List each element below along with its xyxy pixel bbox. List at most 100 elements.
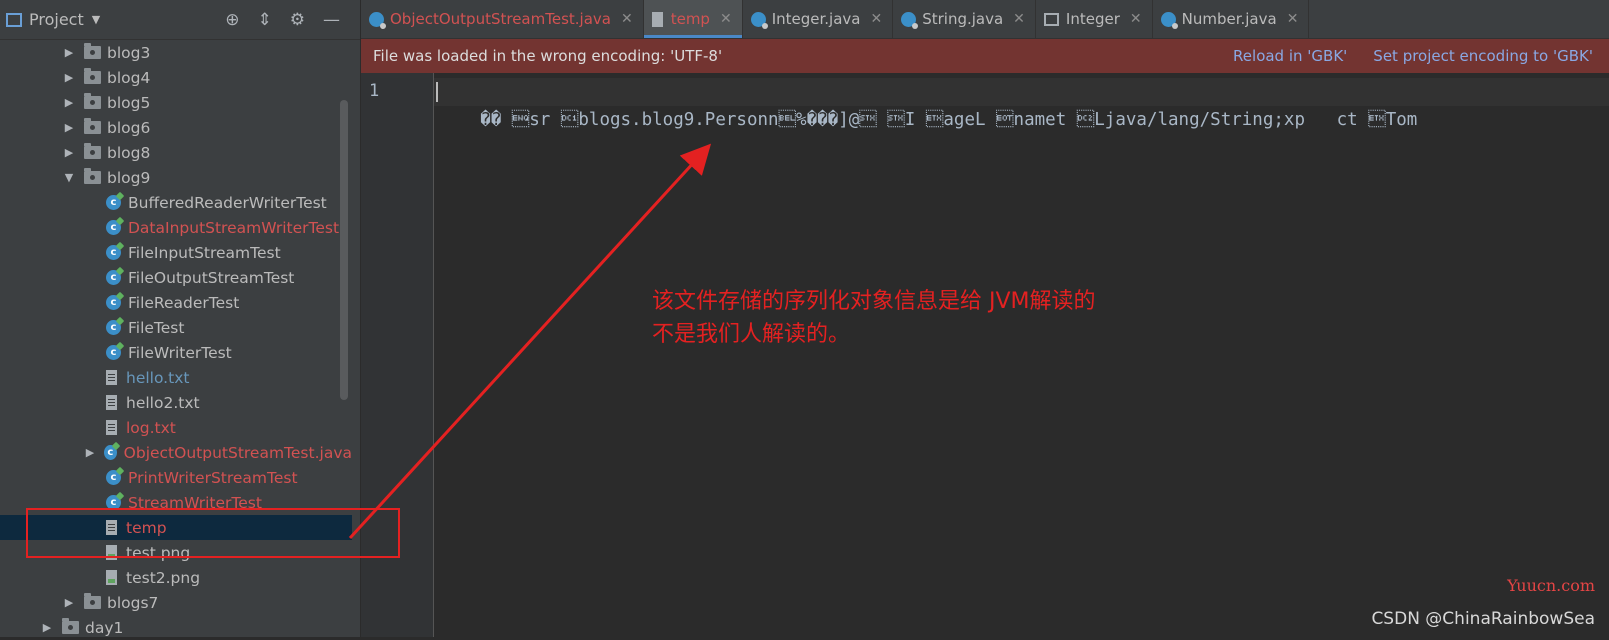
set-project-encoding-link[interactable]: Set project encoding to 'GBK' <box>1373 47 1593 65</box>
tree-item[interactable]: c BufferedReaderWriterTest <box>0 190 352 215</box>
encoding-warning-banner: File was loaded in the wrong encoding: '… <box>361 39 1609 73</box>
chevron-right-icon[interactable]: ▶ <box>62 121 76 134</box>
tree-scrollbar[interactable] <box>340 100 348 400</box>
tree-item-label: blog6 <box>107 118 151 137</box>
tree-folder-day1[interactable]: ▶ day1 <box>0 615 352 640</box>
java-class-icon <box>901 11 919 29</box>
editor-tab[interactable]: Number.java ✕ <box>1153 0 1310 38</box>
tree-item-label: hello2.txt <box>126 393 200 412</box>
tree-item[interactable]: c FileWriterTest <box>0 340 352 365</box>
tree-item-label: test.png <box>126 543 191 562</box>
text-file-icon <box>106 395 117 410</box>
tree-item-label: FileWriterTest <box>128 343 232 362</box>
folder-icon <box>84 93 101 109</box>
chevron-right-icon[interactable]: ▶ <box>62 596 76 609</box>
java-class-icon: c <box>106 470 121 485</box>
tab-label: ObjectOutputStreamTest.java <box>390 10 611 28</box>
text-file-icon <box>106 420 117 435</box>
editor-tab[interactable]: Integer ✕ <box>1036 0 1153 38</box>
tree-item-label: blog8 <box>107 143 151 162</box>
code-line[interactable]: �� sr blogs.blog9.Personn%���]@ I … <box>434 78 1609 130</box>
text-file-icon <box>651 11 663 27</box>
project-view-selector[interactable]: Project <box>29 10 84 29</box>
project-window-icon <box>6 12 22 27</box>
tab-label: temp <box>670 10 710 28</box>
tree-item-label: blog9 <box>107 168 151 187</box>
chevron-right-icon[interactable]: ▶ <box>62 46 76 59</box>
banner-message: File was loaded in the wrong encoding: '… <box>373 47 723 65</box>
editor-tab[interactable]: String.java ✕ <box>893 0 1036 38</box>
editor-tab-bar: ObjectOutputStreamTest.java ✕ temp ✕ Integer… <box>361 0 1609 39</box>
tree-folder-blogs7[interactable]: ▶ blogs7 <box>0 590 352 615</box>
tree-item-label: blog3 <box>107 43 151 62</box>
close-icon[interactable]: ✕ <box>621 11 633 27</box>
tree-item[interactable]: test.png <box>0 540 352 565</box>
chevron-right-icon[interactable]: ▶ <box>84 446 96 459</box>
java-class-icon <box>369 11 386 29</box>
tree-item[interactable]: c FileOutputStreamTest <box>0 265 352 290</box>
tree-item[interactable]: c StreamWriterTest <box>0 490 352 515</box>
tree-item[interactable]: c PrintWriterStreamTest <box>0 465 352 490</box>
collapse-all-icon[interactable]: ⇕ <box>258 10 272 30</box>
chevron-right-icon[interactable]: ▶ <box>40 621 54 634</box>
tree-item[interactable]: temp <box>0 515 352 540</box>
locate-target-icon[interactable]: ⊕ <box>225 10 239 30</box>
tree-item-label: FileInputStreamTest <box>128 243 281 262</box>
annotation-line-2: 不是我们人解读的。 <box>652 322 851 347</box>
chevron-down-icon[interactable]: ▼ <box>62 171 76 184</box>
editor-tab[interactable]: Integer.java ✕ <box>743 0 894 38</box>
tab-label: Integer <box>1065 10 1120 28</box>
tree-item[interactable]: test2.png <box>0 565 352 590</box>
chevron-down-icon[interactable]: ▼ <box>92 13 100 26</box>
tree-folder-blog4[interactable]: ▶ blog4 <box>0 65 352 90</box>
image-file-icon <box>106 570 117 585</box>
tree-folder-blog8[interactable]: ▶ blog8 <box>0 140 352 165</box>
tree-item[interactable]: hello.txt <box>0 365 352 390</box>
close-icon[interactable]: ✕ <box>720 11 732 27</box>
tree-folder-blog9[interactable]: ▼ blog9 <box>0 165 352 190</box>
chevron-right-icon[interactable]: ▶ <box>62 96 76 109</box>
tree-item-label: blogs7 <box>107 593 159 612</box>
java-class-icon: c <box>106 220 121 235</box>
folder-icon <box>84 143 101 159</box>
folder-icon <box>84 43 101 59</box>
csdn-watermark: CSDN @ChinaRainbowSea <box>1371 609 1595 629</box>
editor-tab[interactable]: ObjectOutputStreamTest.java ✕ <box>361 0 644 38</box>
tree-item[interactable]: log.txt <box>0 415 352 440</box>
tab-label: Integer.java <box>771 10 861 28</box>
gear-icon[interactable]: ⚙ <box>290 10 305 30</box>
tree-item[interactable]: hello2.txt <box>0 390 352 415</box>
close-icon[interactable]: ✕ <box>1287 11 1299 27</box>
hide-minimize-icon[interactable]: — <box>323 10 340 30</box>
close-icon[interactable]: ✕ <box>1013 11 1025 27</box>
java-class-icon: c <box>106 245 121 260</box>
close-icon[interactable]: ✕ <box>1130 11 1142 27</box>
editor-area[interactable]: �� sr blogs.blog9.Personn%���]@ I … <box>434 73 1609 637</box>
tree-item[interactable]: ▶ c ObjectOutputStreamTest.java <box>0 440 352 465</box>
tree-item-label: test2.png <box>126 568 201 587</box>
tab-label: Number.java <box>1181 10 1277 28</box>
tree-item[interactable]: c FileReaderTest <box>0 290 352 315</box>
tree-item-label: ObjectOutputStreamTest.java <box>123 443 352 462</box>
folder-icon <box>84 68 101 84</box>
tree-item-label: temp <box>126 518 167 537</box>
tree-item-label: blog5 <box>107 93 151 112</box>
chevron-right-icon[interactable]: ▶ <box>62 146 76 159</box>
tree-folder-blog3[interactable]: ▶ blog3 <box>0 40 352 65</box>
tree-item[interactable]: c FileInputStreamTest <box>0 240 352 265</box>
close-icon[interactable]: ✕ <box>870 11 882 27</box>
tree-item-label: FileTest <box>128 318 185 337</box>
reload-in-gbk-link[interactable]: Reload in 'GBK' <box>1233 47 1347 65</box>
tree-item-label: hello.txt <box>126 368 190 387</box>
java-class-icon: c <box>106 270 121 285</box>
tree-folder-blog5[interactable]: ▶ blog5 <box>0 90 352 115</box>
project-tree: ▶ blog3 ▶ blog4 ▶ blog5 ▶ blog6 ▶ blog8 ▼ blog9 c Buf… <box>0 40 352 640</box>
chevron-right-icon[interactable]: ▶ <box>62 71 76 84</box>
code-line-text: �� sr blogs.blog9.Personn%���]@ I … <box>480 110 1418 130</box>
tree-item[interactable]: c FileTest <box>0 315 352 340</box>
editor-tab[interactable]: temp ✕ <box>643 0 743 38</box>
text-file-icon <box>106 370 117 385</box>
tree-item-label: DataInputStreamWriterTest <box>128 218 340 237</box>
tree-folder-blog6[interactable]: ▶ blog6 <box>0 115 352 140</box>
tree-item[interactable]: c DataInputStreamWriterTest <box>0 215 352 240</box>
